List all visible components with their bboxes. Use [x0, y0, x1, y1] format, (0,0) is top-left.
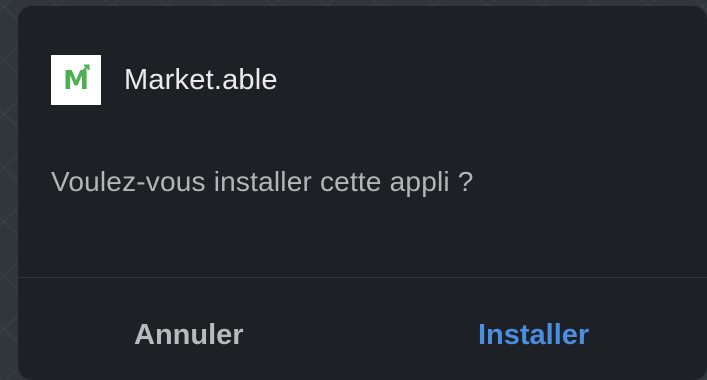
dialog-header: M Market.able — [51, 55, 278, 105]
cancel-button[interactable]: Annuler — [122, 310, 256, 360]
arrow-up-right-icon — [80, 64, 90, 74]
install-dialog: M Market.able Voulez-vous installer cett… — [18, 6, 707, 380]
dialog-message: Voulez-vous installer cette appli ? — [51, 166, 474, 197]
divider — [18, 277, 707, 278]
app-name: Market.able — [124, 63, 278, 96]
app-logo-icon: M — [51, 55, 101, 105]
install-button[interactable]: Installer — [466, 310, 601, 360]
